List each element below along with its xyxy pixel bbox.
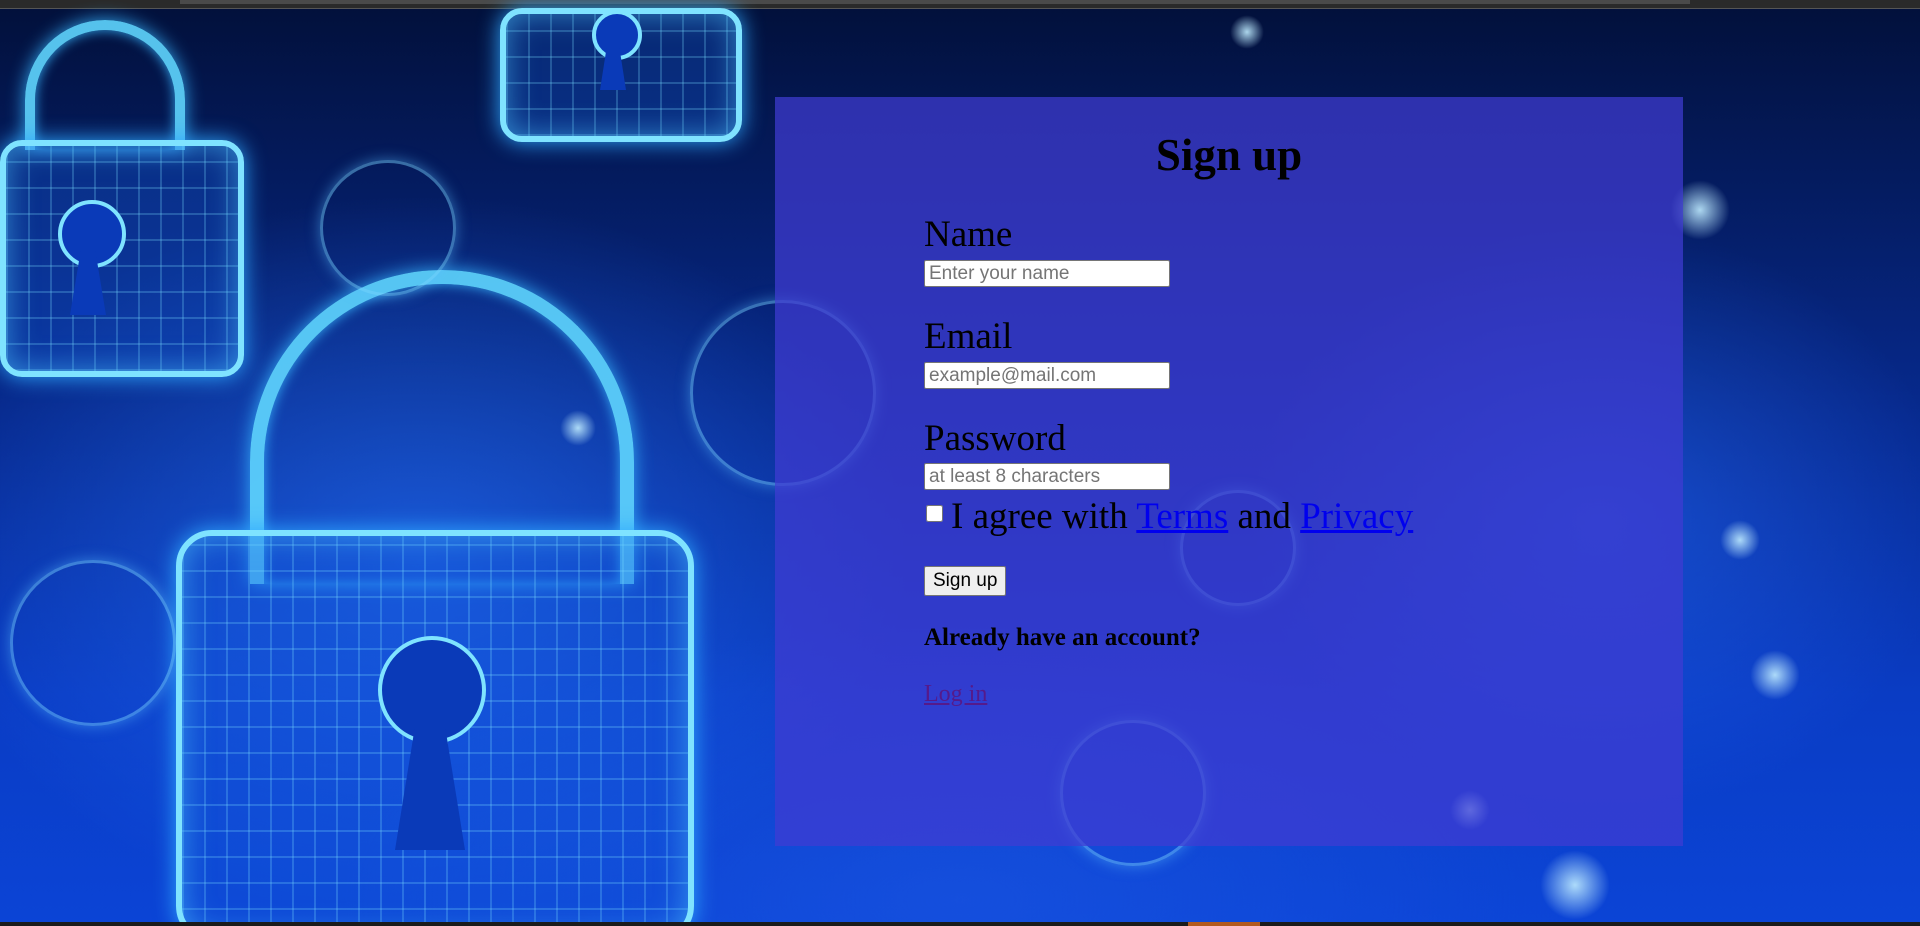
agree-text: I agree with xyxy=(951,496,1128,537)
terms-link[interactable]: Terms xyxy=(1136,496,1228,537)
name-input[interactable] xyxy=(924,260,1170,287)
privacy-link[interactable]: Privacy xyxy=(1300,496,1413,537)
signup-panel: Sign up Name Email Password I agree with… xyxy=(775,97,1683,846)
agree-checkbox[interactable] xyxy=(926,505,943,522)
login-link[interactable]: Log in xyxy=(924,681,987,708)
email-input[interactable] xyxy=(924,362,1170,389)
page-title: Sign up xyxy=(1155,130,1303,180)
window-bottom-bar xyxy=(0,922,1920,926)
already-have-account-text: Already have an account? xyxy=(924,624,1201,651)
name-label: Name xyxy=(924,214,1013,255)
agree-row: I agree with Terms and Privacy xyxy=(926,495,1413,538)
signup-button[interactable]: Sign up xyxy=(924,566,1007,596)
password-label: Password xyxy=(924,418,1066,459)
agree-conjunction: and xyxy=(1237,496,1291,537)
email-label: Email xyxy=(924,316,1013,357)
password-input[interactable] xyxy=(924,463,1170,490)
